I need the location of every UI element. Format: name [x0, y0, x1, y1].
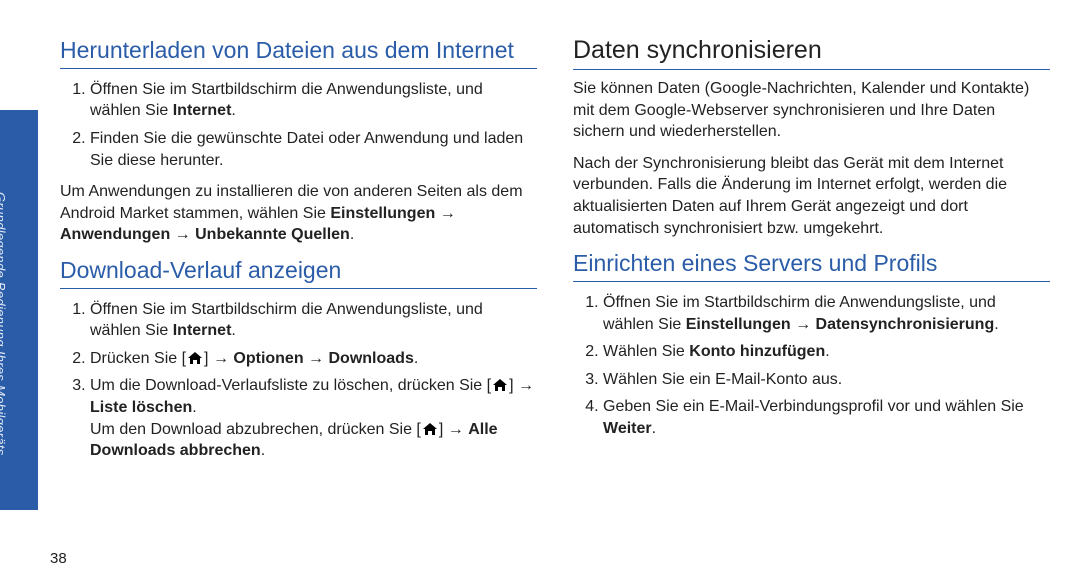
text: →	[435, 205, 455, 222]
text: Finden Sie die gewünschte Datei oder Anw…	[90, 130, 523, 169]
right-column: Daten synchronisieren Sie können Daten (…	[573, 30, 1050, 472]
text: .	[652, 420, 656, 437]
text-strong: Internet	[173, 102, 232, 119]
sidebar-tab: Grundlegende Bedienung Ihres Mobilgeräts	[0, 110, 38, 510]
text: Öffnen Sie im Startbildschirm die Anwend…	[90, 81, 483, 120]
text: .	[231, 102, 235, 119]
text: Öffnen Sie im Startbildschirm die Anwend…	[90, 301, 483, 340]
text-strong: Konto hinzufügen	[689, 343, 825, 360]
heading-download-files: Herunterladen von Dateien aus dem Intern…	[60, 36, 537, 69]
left-column: Herunterladen von Dateien aus dem Intern…	[60, 30, 537, 472]
text: →	[170, 226, 195, 243]
text-strong: Einstellungen	[686, 316, 791, 333]
text: ] →	[509, 377, 534, 394]
text: Um die Download-Verlaufsliste zu löschen…	[90, 377, 491, 394]
text: .	[261, 442, 265, 459]
list-item: Öffnen Sie im Startbildschirm die Anwend…	[90, 299, 537, 342]
heading-setup-server: Einrichten eines Servers und Profils	[573, 249, 1050, 282]
install-note: Um Anwendungen zu installieren die von a…	[60, 181, 537, 246]
text: ] →	[439, 421, 468, 438]
list-item: Wählen Sie ein E-Mail-Konto aus.	[603, 369, 1050, 391]
page-number: 38	[50, 550, 67, 567]
text: →	[304, 350, 329, 367]
home-icon	[492, 378, 508, 392]
heading-sync-data: Daten synchronisieren	[573, 36, 1050, 70]
download-files-steps: Öffnen Sie im Startbildschirm die Anwend…	[60, 79, 537, 171]
download-history-steps: Öffnen Sie im Startbildschirm die Anwend…	[60, 299, 537, 462]
list-item: Wählen Sie Konto hinzufügen.	[603, 341, 1050, 363]
list-item: Öffnen Sie im Startbildschirm die Anwend…	[90, 79, 537, 122]
text-strong: Internet	[173, 322, 232, 339]
text: .	[192, 399, 196, 416]
text-strong: Liste löschen	[90, 399, 192, 416]
setup-server-steps: Öffnen Sie im Startbildschirm die Anwend…	[573, 292, 1050, 440]
list-item: Drücken Sie [ ] → Optionen → Downloads.	[90, 348, 537, 370]
text: Wählen Sie	[603, 343, 689, 360]
sync-intro-2: Nach der Synchronisierung bleibt das Ger…	[573, 153, 1050, 239]
text: .	[231, 322, 235, 339]
list-item: Um die Download-Verlaufsliste zu löschen…	[90, 375, 537, 461]
text-strong: Datensynchronisierung	[816, 316, 995, 333]
list-item: Finden Sie die gewünschte Datei oder Anw…	[90, 128, 537, 171]
text: Um den Download abzubrechen, drücken Sie…	[90, 421, 421, 438]
text: .	[825, 343, 829, 360]
text: Wählen Sie ein E-Mail-Konto aus.	[603, 371, 842, 388]
sidebar-label: Grundlegende Bedienung Ihres Mobilgeräts	[0, 192, 8, 512]
sync-intro-1: Sie können Daten (Google-Nachrichten, Ka…	[573, 78, 1050, 143]
list-item: Öffnen Sie im Startbildschirm die Anwend…	[603, 292, 1050, 335]
text: →	[791, 316, 816, 333]
text: .	[994, 316, 998, 333]
home-icon	[187, 351, 203, 365]
text: .	[414, 350, 418, 367]
text-strong: Einstellungen	[330, 205, 435, 222]
text: Geben Sie ein E-Mail-Verbindungsprofil v…	[603, 398, 1024, 415]
page-content: Herunterladen von Dateien aus dem Intern…	[0, 0, 1080, 492]
text: .	[350, 226, 354, 243]
text-strong: Downloads	[329, 350, 414, 367]
text-strong: Optionen	[233, 350, 303, 367]
home-icon	[422, 422, 438, 436]
text-strong: Weiter	[603, 420, 652, 437]
text-strong: Anwendungen	[60, 226, 170, 243]
heading-download-history: Download-Verlauf anzeigen	[60, 256, 537, 289]
text-strong: Unbekannte Quellen	[195, 226, 350, 243]
text: ] →	[204, 350, 233, 367]
text: Drücken Sie [	[90, 350, 186, 367]
list-item: Geben Sie ein E-Mail-Verbindungsprofil v…	[603, 396, 1050, 439]
